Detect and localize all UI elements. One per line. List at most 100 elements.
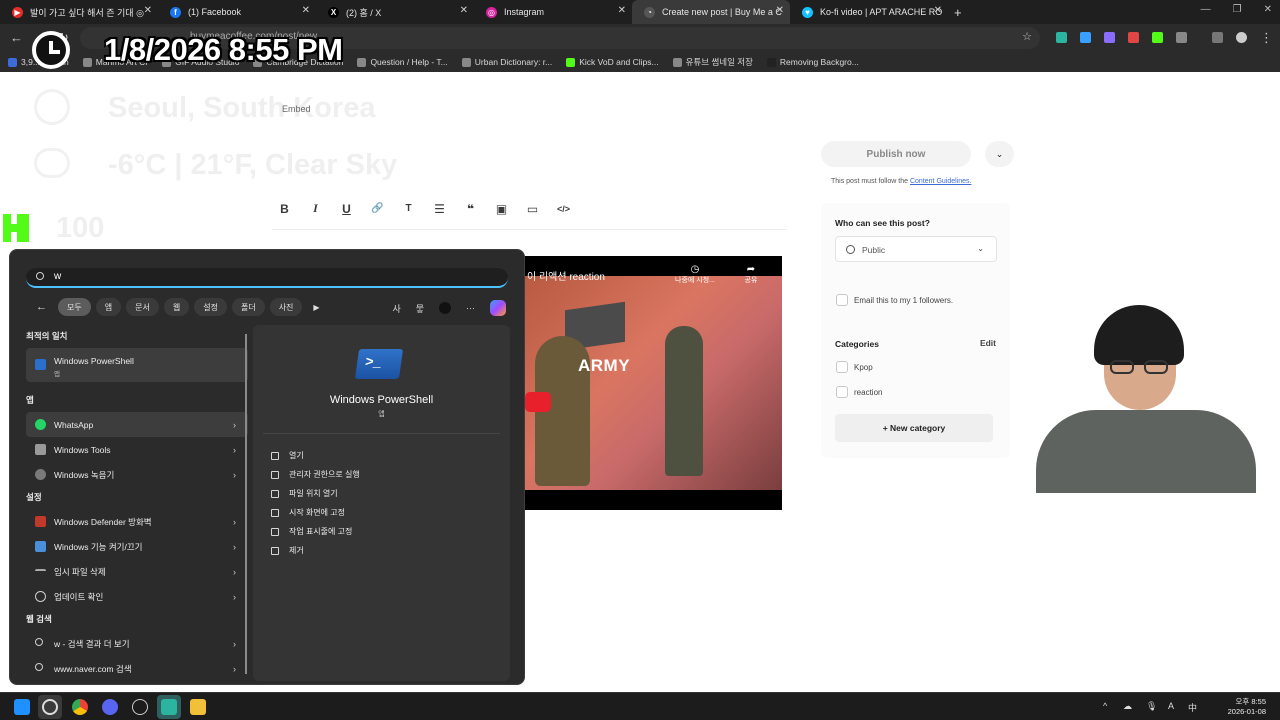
publish-options-chevron-icon[interactable]: ⌄ <box>985 141 1014 167</box>
profile-avatar[interactable] <box>1236 32 1247 43</box>
filter-more-icon[interactable]: ▶ <box>313 303 319 312</box>
link-icon[interactable]: 🔗 <box>369 200 386 217</box>
browser-tab[interactable]: X (2) 홈 / X ✕ <box>316 0 474 24</box>
obs-icon[interactable] <box>132 699 148 715</box>
microphone-icon[interactable]: 🎙 <box>1146 701 1157 712</box>
text-size-icon[interactable]: T <box>400 200 417 217</box>
browser-tab[interactable]: ◎ Instagram ✕ <box>474 0 632 24</box>
result-whatsapp[interactable]: WhatsApp › <box>26 412 248 437</box>
publish-now-button[interactable]: Publish now <box>821 141 971 167</box>
underline-icon[interactable]: U <box>338 200 355 217</box>
browser-tab-active[interactable]: ◔ Create new post | Buy Me a C ✕ <box>632 0 790 24</box>
chevron-right-icon[interactable]: › <box>233 470 236 480</box>
filter-all[interactable]: 모두 <box>58 298 91 316</box>
bookmark[interactable]: Kick VoD and Clips... <box>566 57 659 67</box>
visibility-select[interactable]: Public ⌄ <box>835 236 997 262</box>
result-voice-recorder[interactable]: Windows 녹음기 › <box>26 462 248 487</box>
browser-tab[interactable]: f (1) Facebook ✕ <box>158 0 316 24</box>
browser-tab[interactable]: ♥ Ko-fi video | APT ARACHE RO ✕ <box>790 0 948 24</box>
tab-close-icon[interactable]: ✕ <box>144 5 152 16</box>
extension-icon[interactable] <box>1152 32 1163 43</box>
share-button[interactable]: ➦ 공유 <box>731 264 771 285</box>
filter-photos[interactable]: 사진 <box>269 298 303 316</box>
onedrive-icon[interactable]: ☁ <box>1123 701 1132 712</box>
taskbar-clock[interactable]: 오후 8:55 2026-01-08 <box>1228 697 1266 717</box>
categories-edit-button[interactable]: Edit <box>980 338 996 348</box>
close-window-icon[interactable]: ✕ <box>1264 4 1272 15</box>
more-options-icon[interactable]: ··· <box>466 303 475 313</box>
search-icon[interactable] <box>42 699 58 715</box>
back-arrow-icon[interactable]: ← <box>36 301 47 313</box>
embed-icon[interactable]: ▭ <box>524 200 541 217</box>
category-checkbox[interactable] <box>836 361 848 373</box>
result-web-search[interactable]: w - 검색 결과 더 보기 › <box>26 631 248 656</box>
minimize-icon[interactable]: — <box>1201 4 1211 15</box>
extensions-puzzle-icon[interactable] <box>1176 32 1187 43</box>
new-tab-button[interactable]: + <box>954 5 962 20</box>
tab-close-icon[interactable]: ✕ <box>460 5 468 16</box>
filter-apps[interactable]: 앱 <box>95 298 122 316</box>
result-windows-features[interactable]: Windows 기능 켜기/끄기 › <box>26 534 248 559</box>
result-naver-search[interactable]: www.naver.com 검색 › <box>26 656 248 681</box>
result-temp-files[interactable]: 임시 파일 삭제 › <box>26 559 248 584</box>
chevron-right-icon[interactable]: › <box>233 592 236 602</box>
bookmark[interactable]: 유튜브 썸네일 저장 <box>672 56 753 68</box>
action-pin-to-taskbar[interactable]: 작업 표시줄에 고정 <box>271 526 352 537</box>
chevron-right-icon[interactable]: › <box>233 542 236 552</box>
input-language-icon[interactable]: A <box>1168 701 1174 711</box>
tab-close-icon[interactable]: ✕ <box>776 5 784 16</box>
results-scrollbar[interactable] <box>245 334 247 674</box>
filter-folders[interactable]: 폴더 <box>231 298 265 316</box>
chevron-right-icon[interactable]: › <box>233 445 236 455</box>
filter-documents[interactable]: 문서 <box>126 298 159 316</box>
extension-icon[interactable] <box>1104 32 1115 43</box>
maximize-icon[interactable]: ❐ <box>1233 4 1242 15</box>
action-run-as-admin[interactable]: 관리자 권한으로 실행 <box>271 469 360 480</box>
tray-overflow-icon[interactable]: ^ <box>1103 701 1107 711</box>
bookmark[interactable]: Removing Backgro... <box>766 57 859 67</box>
result-defender-firewall[interactable]: Windows Defender 방화벽 › <box>26 509 248 534</box>
result-windows-powershell[interactable]: Windows PowerShell 앱 <box>26 348 248 382</box>
chevron-right-icon[interactable]: › <box>233 567 236 577</box>
new-category-button[interactable]: + New category <box>835 414 993 442</box>
embedded-video[interactable]: ARMY 이 리액션 reaction ◷ 나중에 시청... ➦ 공유 <box>525 256 782 510</box>
extension-icon[interactable] <box>1128 32 1139 43</box>
code-icon[interactable]: </> <box>555 200 572 217</box>
tab-close-icon[interactable]: ✕ <box>618 5 626 16</box>
app-icon[interactable] <box>161 699 177 715</box>
extension-icon[interactable] <box>1056 32 1067 43</box>
category-checkbox[interactable] <box>836 386 848 398</box>
image-icon[interactable]: ▣ <box>493 200 510 217</box>
rewards-icon[interactable]: 뭏 <box>416 302 424 315</box>
filter-settings[interactable]: 설정 <box>194 298 227 316</box>
result-windows-tools[interactable]: Windows Tools › <box>26 437 248 462</box>
discord-icon[interactable] <box>102 699 118 715</box>
bookmark[interactable]: Question / Help - T... <box>357 57 448 67</box>
quote-icon[interactable]: ❝ <box>462 200 479 217</box>
chevron-right-icon[interactable]: › <box>233 664 236 674</box>
italic-icon[interactable]: I <box>307 200 324 217</box>
file-explorer-icon[interactable] <box>190 699 206 715</box>
profile-avatar[interactable] <box>439 302 451 314</box>
start-search-input[interactable]: w <box>26 268 508 288</box>
bold-icon[interactable]: B <box>276 200 293 217</box>
tab-close-icon[interactable]: ✕ <box>934 5 942 16</box>
extension-icon[interactable] <box>1080 32 1091 43</box>
result-check-updates[interactable]: 업데이트 확인 › <box>26 584 248 609</box>
copilot-icon[interactable] <box>490 300 506 316</box>
bookmark-star-icon[interactable]: ☆ <box>1022 30 1032 43</box>
action-pin-to-start[interactable]: 시작 화면에 고정 <box>271 507 345 518</box>
content-guidelines-link[interactable]: Content Guidelines. <box>910 178 971 185</box>
email-followers-checkbox[interactable] <box>836 294 848 306</box>
sidebar-icon[interactable] <box>1212 32 1223 43</box>
ime-icon[interactable]: 中 <box>1188 701 1197 714</box>
chevron-right-icon[interactable]: › <box>233 639 236 649</box>
browser-tab[interactable]: ▶ 발이 가고 싶다 해서 즌 기대 ◎ ✕ <box>0 0 158 24</box>
youtube-play-icon[interactable] <box>525 392 551 412</box>
chrome-icon[interactable] <box>72 699 88 715</box>
start-button-icon[interactable] <box>14 699 30 715</box>
tab-close-icon[interactable]: ✕ <box>302 5 310 16</box>
account-icon[interactable]: 사 <box>392 302 400 315</box>
back-icon[interactable]: ← <box>10 30 23 45</box>
action-uninstall[interactable]: 제거 <box>271 545 304 556</box>
